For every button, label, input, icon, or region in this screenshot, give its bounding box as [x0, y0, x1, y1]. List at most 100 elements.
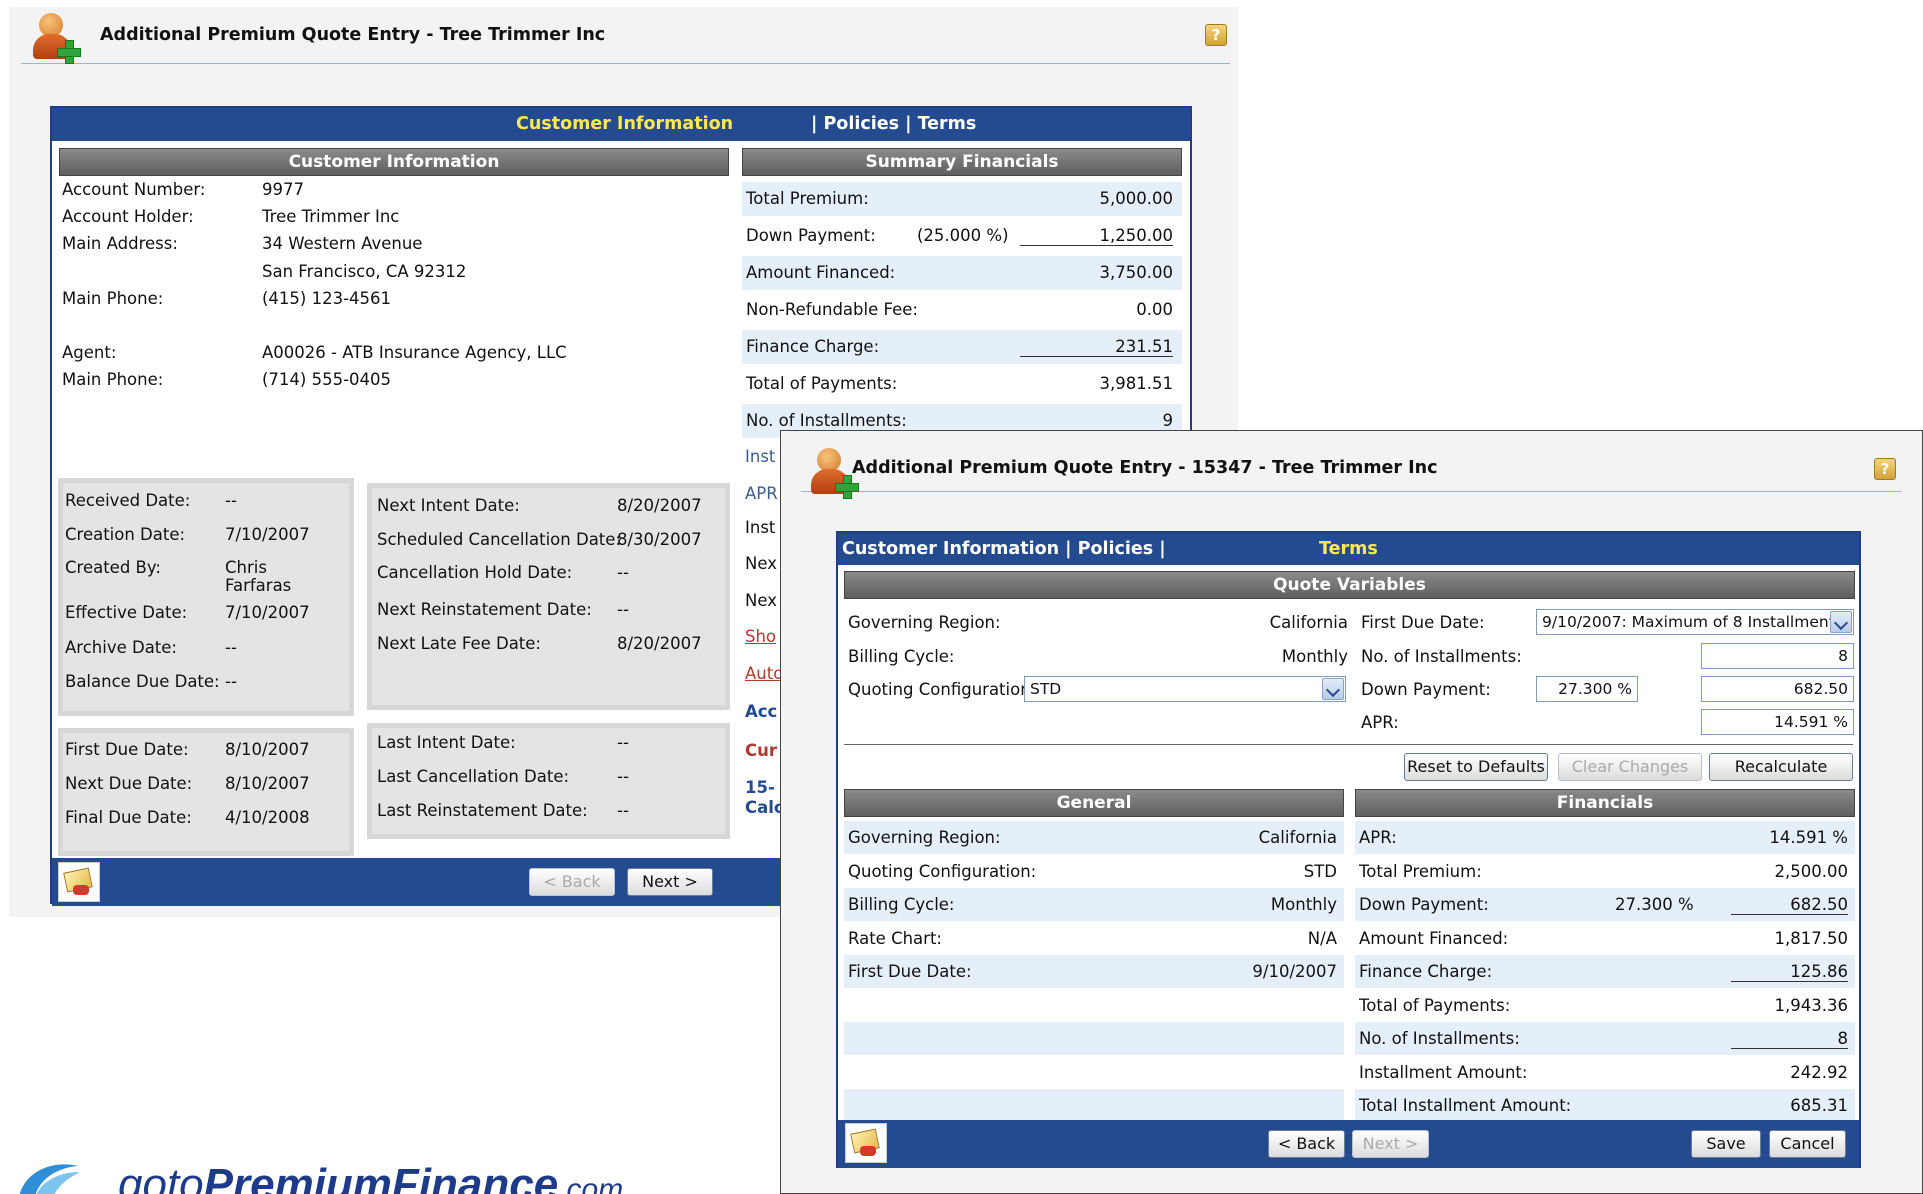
- financials-value: 8: [1731, 1029, 1848, 1049]
- summary-label: Finance Charge:: [746, 337, 880, 356]
- save-button[interactable]: Save: [1691, 1130, 1761, 1158]
- tab-customer-information[interactable]: Customer Information: [516, 114, 733, 134]
- dl-value: --: [225, 672, 237, 691]
- dl-label: Archive Date:: [65, 638, 177, 657]
- notes-icon[interactable]: [58, 862, 100, 902]
- cancel-button[interactable]: Cancel: [1769, 1130, 1846, 1158]
- general-label: Billing Cycle:: [848, 895, 955, 914]
- general-label: First Due Date:: [848, 962, 972, 981]
- general-row: Billing Cycle: Monthly: [844, 888, 1344, 921]
- front-window-title: Additional Premium Quote Entry - 15347 -…: [852, 458, 1438, 478]
- general-row: Governing Region: California: [844, 821, 1344, 854]
- customer-info-label: Agent:: [62, 343, 117, 362]
- tab-policies-terms[interactable]: | Policies | Terms: [811, 114, 976, 134]
- general-row: First Due Date: 9/10/2007: [844, 955, 1344, 988]
- summary-partial-label: Acc: [745, 702, 778, 721]
- financials-label: APR:: [1359, 828, 1397, 847]
- quoting-config-selected: STD: [1030, 680, 1062, 698]
- down-payment-input[interactable]: 682.50: [1701, 676, 1854, 702]
- brand-logo: gotoPremiumFinance.com: [0, 1148, 700, 1194]
- summary-value: 1,250.00: [1020, 226, 1173, 246]
- summary-value: 0.00: [1136, 300, 1173, 319]
- logo-prefix: goto: [118, 1160, 204, 1194]
- dl-value: 7/10/2007: [225, 525, 310, 544]
- notes-icon[interactable]: [845, 1123, 887, 1163]
- quoting-config-select[interactable]: STD: [1024, 676, 1346, 702]
- dr-value: 8/20/2007: [617, 496, 702, 515]
- financials-label: Finance Charge:: [1359, 962, 1493, 981]
- help-icon[interactable]: ?: [1874, 458, 1896, 480]
- dates-left-box: Received Date: -- Creation Date: 7/10/2007 C…: [58, 478, 354, 716]
- summary-row: Amount Financed: 3,750.00: [742, 256, 1182, 290]
- logo-suffix: .com: [558, 1173, 624, 1194]
- logo-mark-icon: [19, 1164, 80, 1194]
- dl-value: Farfaras: [225, 576, 292, 595]
- summary-partial-label: Nex: [745, 591, 777, 610]
- summary-partial-label: Cur: [745, 741, 777, 760]
- summary-value: 9: [1162, 411, 1174, 430]
- customer-info-value: A00026 - ATB Insurance Agency, LLC: [262, 343, 567, 362]
- financials-row: No. of Installments: 8: [1355, 1022, 1855, 1055]
- customer-info-value: (415) 123-4561: [262, 289, 392, 308]
- next-button[interactable]: Next >: [627, 868, 713, 896]
- financials-row: APR: 14.591 %: [1355, 821, 1855, 854]
- installments-input[interactable]: 8: [1701, 643, 1854, 669]
- summary-row: Finance Charge: 231.51: [742, 330, 1182, 364]
- chevron-down-icon[interactable]: [1830, 611, 1852, 633]
- clear-changes-button[interactable]: Clear Changes: [1558, 753, 1702, 781]
- dd-value: 8/10/2007: [225, 740, 310, 759]
- first-due-select[interactable]: 9/10/2007: Maximum of 8 Installments: [1536, 609, 1854, 635]
- front-window-header: Additional Premium Quote Entry - 15347 -…: [801, 431, 1902, 499]
- dl-label: Created By:: [65, 558, 161, 577]
- last-dates-box: Last Intent Date: -- Last Cancellation Dat…: [367, 723, 730, 839]
- financials-label: Amount Financed:: [1359, 928, 1509, 948]
- back-window-header: Additional Premium Quote Entry - Tree Tr…: [21, 7, 1230, 64]
- summary-label: Amount Financed:: [746, 263, 896, 282]
- summary-label: Total Premium:: [746, 189, 869, 208]
- financials-value: 2,500.00: [1774, 861, 1848, 881]
- dr-label: Scheduled Cancellation Date:: [377, 530, 621, 549]
- add-user-icon: [809, 445, 859, 499]
- summary-partial-label: Calc: [745, 798, 784, 817]
- next-button[interactable]: Next >: [1352, 1130, 1429, 1158]
- dd-label: Final Due Date:: [65, 808, 192, 827]
- down-payment-pct-input[interactable]: 27.300 %: [1536, 676, 1638, 702]
- general-value: Monthly: [1270, 895, 1337, 914]
- summary-row: Down Payment: (25.000 %) 1,250.00: [742, 219, 1182, 253]
- customer-info-label: Main Phone:: [62, 289, 164, 308]
- dd-value: 8/10/2007: [225, 774, 310, 793]
- tab-customer-information-policies[interactable]: Customer Information | Policies |: [842, 539, 1166, 559]
- summary-partial-label: Sho: [745, 627, 777, 646]
- summary-label: Down Payment:: [746, 226, 876, 245]
- divider: [844, 744, 1853, 745]
- customer-info-value: (714) 555-0405: [262, 370, 392, 389]
- summary-row: Total of Payments: 3,981.51: [742, 367, 1182, 401]
- tab-terms[interactable]: Terms: [1319, 539, 1378, 559]
- summary-row: Non-Refundable Fee: 0.00: [742, 293, 1182, 327]
- ld-value: --: [617, 733, 629, 752]
- logo-bold: PremiumFinance: [203, 1160, 559, 1194]
- chevron-down-icon[interactable]: [1322, 678, 1344, 700]
- dl-label: Creation Date:: [65, 525, 186, 544]
- reset-to-defaults-button[interactable]: Reset to Defaults: [1404, 753, 1548, 781]
- due-dates-box: First Due Date: 8/10/2007 Next Due Date: 8/…: [58, 728, 354, 856]
- summary-partial-label: APR: [745, 484, 778, 503]
- financials-label: Down Payment:: [1359, 895, 1489, 914]
- financials-label: Total Premium:: [1359, 861, 1482, 881]
- apr-input[interactable]: 14.591 %: [1701, 709, 1854, 735]
- financials-label: Total of Payments:: [1359, 995, 1511, 1015]
- help-icon[interactable]: ?: [1205, 24, 1227, 46]
- back-button[interactable]: < Back: [529, 868, 615, 896]
- financials-header: Financials: [1355, 789, 1855, 817]
- recalculate-button[interactable]: Recalculate: [1709, 753, 1853, 781]
- dd-label: First Due Date:: [65, 740, 189, 759]
- financials-row: Finance Charge: 125.86: [1355, 955, 1855, 988]
- financials-label: Installment Amount:: [1359, 1062, 1528, 1082]
- general-label: Quoting Configuration:: [848, 861, 1037, 881]
- dr-value: 8/20/2007: [617, 634, 702, 653]
- customer-info-header: Customer Information: [59, 148, 729, 176]
- installments-label: No. of Installments:: [1361, 647, 1522, 666]
- financials-row: Total Premium: 2,500.00: [1355, 855, 1855, 888]
- summary-partial-label: Auto: [745, 664, 784, 683]
- back-button[interactable]: < Back: [1268, 1130, 1345, 1158]
